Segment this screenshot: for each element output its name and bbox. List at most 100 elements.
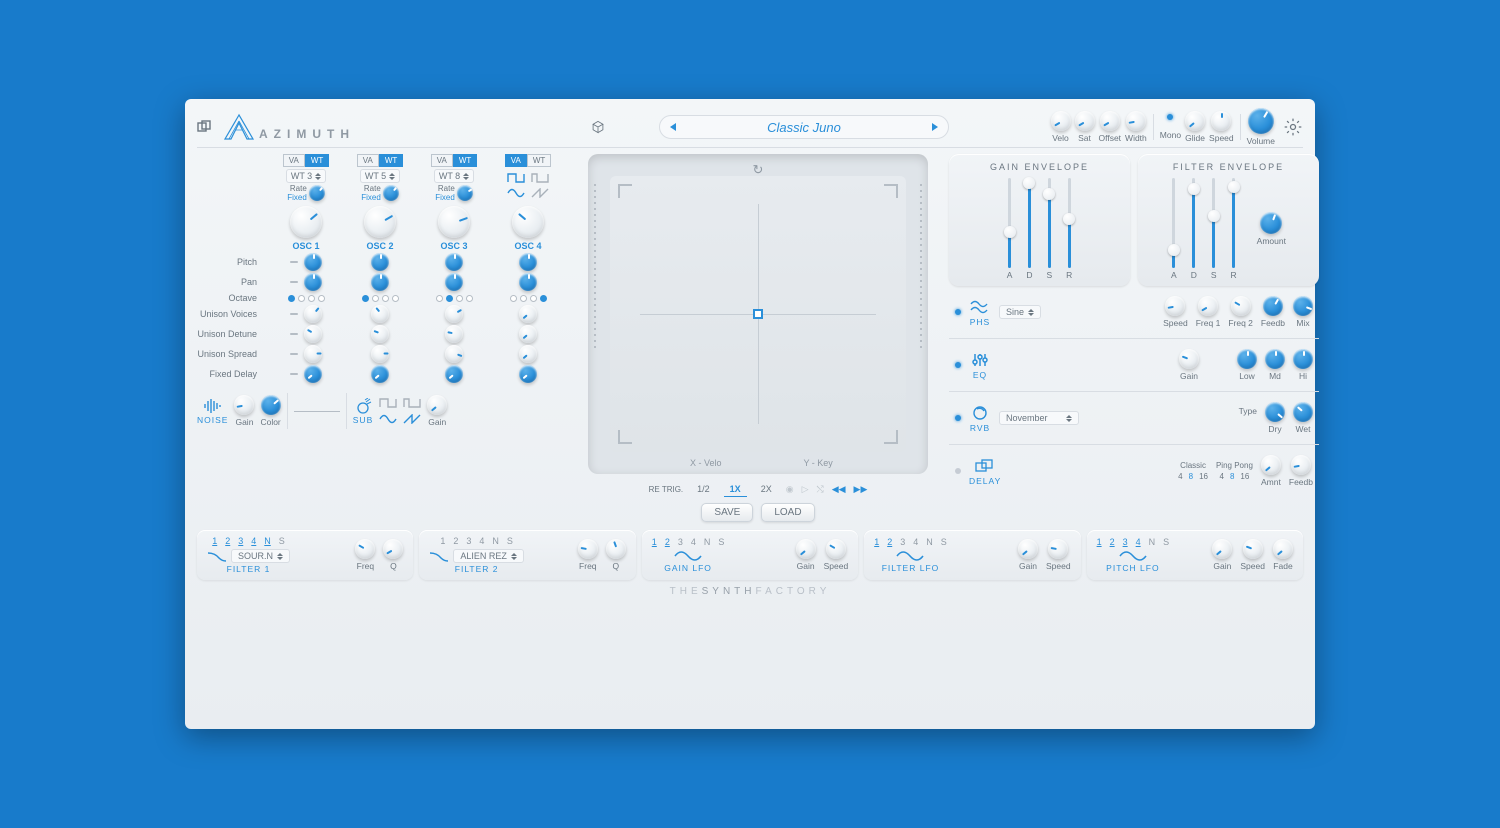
gain-env-r[interactable]: R [1066,178,1072,280]
osc2-level-knob[interactable] [364,206,396,238]
eq-hi-knob[interactable]: Hi [1293,349,1313,381]
osc3-rate-knob[interactable] [457,185,473,201]
glide-knob[interactable]: Glide [1185,111,1205,143]
sub-wave-row2[interactable] [379,414,421,424]
retrig-2x[interactable]: 2X [755,482,778,497]
delay-feedb-knob[interactable]: Feedb [1289,455,1313,487]
osc4-udetune-knob[interactable] [519,325,537,343]
delay-classic-div[interactable]: 4816 [1178,472,1208,481]
gain-env-s[interactable]: S [1047,178,1053,280]
osc1-octave[interactable] [288,295,325,302]
play-icon[interactable]: ▷ [802,484,809,495]
osc2-rate-knob[interactable] [383,185,399,201]
filter-lfo-routing[interactable]: 1234NS [874,537,947,547]
osc2-pan-knob[interactable] [371,273,389,291]
eq-md-knob[interactable]: Md [1265,349,1285,381]
osc3-pan-knob[interactable] [445,273,463,291]
rvb-enable[interactable] [955,415,961,421]
save-button[interactable]: SAVE [701,503,753,522]
xy-pad[interactable]: ↻ X - Velo Y - Key [588,154,928,474]
filter-env-d[interactable]: D [1191,178,1197,280]
osc3-uspread-knob[interactable] [445,345,463,363]
sub-gain-knob[interactable]: Gain [427,395,447,427]
load-button[interactable]: LOAD [761,503,814,522]
filter1-routing[interactable]: 1234NS [212,536,285,546]
sat-knob[interactable]: Sat [1075,111,1095,143]
forward-icon[interactable]: ▶▶ [854,484,868,495]
rvb-dry-knob[interactable]: Dry [1265,402,1285,434]
delay-enable[interactable] [955,468,961,474]
osc3-pitch-knob[interactable] [445,253,463,271]
delay-amnt-knob[interactable]: Amnt [1261,455,1281,487]
osc2-pitch-knob[interactable] [371,253,389,271]
filter2-freq-knob[interactable]: Freq [578,539,598,571]
osc4-level-knob[interactable] [512,206,544,238]
pitch-lfo-speed-knob[interactable]: Speed [1240,539,1265,571]
gain-env-a[interactable]: A [1007,178,1013,280]
osc4-uvoices-knob[interactable] [519,305,537,323]
osc3-octave[interactable] [436,295,473,302]
filter2-type-select[interactable]: ALIEN REZ [453,549,524,563]
osc3-fdelay-knob[interactable] [445,365,463,383]
phs-freq2-knob[interactable]: Freq 2 [1228,296,1253,328]
phs-mix-knob[interactable]: Mix [1293,296,1313,328]
osc2-wt-select[interactable]: WT 5 [360,169,400,183]
osc3-wt-select[interactable]: WT 8 [434,169,474,183]
preset-prev-icon[interactable] [670,123,676,131]
osc2-uspread-knob[interactable] [371,345,389,363]
osc4-fdelay-knob[interactable] [519,365,537,383]
width-knob[interactable]: Width [1125,111,1147,143]
osc2-mode[interactable]: VAWT [357,154,404,167]
osc3-uvoices-knob[interactable] [445,305,463,323]
velo-knob[interactable]: Velo [1051,111,1071,143]
osc1-wt-select[interactable]: WT 3 [286,169,326,183]
osc3-mode[interactable]: VAWT [431,154,478,167]
pitch-lfo-gain-knob[interactable]: Gain [1212,539,1232,571]
settings-icon[interactable] [1283,117,1303,137]
gain-lfo-speed-knob[interactable]: Speed [824,539,849,571]
delay-pingpong-div[interactable]: 4816 [1220,472,1250,481]
osc1-uvoices-knob[interactable] [304,305,322,323]
phs-speed-knob[interactable]: Speed [1163,296,1188,328]
osc3-udetune-knob[interactable] [445,325,463,343]
gain-lfo-gain-knob[interactable]: Gain [796,539,816,571]
noise-color-knob[interactable]: Color [260,395,280,427]
pitch-lfo-fade-knob[interactable]: Fade [1273,539,1293,571]
osc2-octave[interactable] [362,295,399,302]
sub-wave-row1[interactable] [379,398,421,408]
loop-icon[interactable]: ⤭ [816,484,823,495]
filter2-routing[interactable]: 1234NS [440,536,513,546]
retrig-half[interactable]: 1/2 [691,482,716,497]
osc1-udetune-knob[interactable] [304,325,322,343]
volume-knob[interactable]: Volume [1247,108,1275,146]
eq-gain-knob[interactable]: Gain [1179,349,1199,381]
osc4-pan-knob[interactable] [519,273,537,291]
noise-gain-knob[interactable]: Gain [234,395,254,427]
osc1-level-knob[interactable] [290,206,322,238]
osc3-level-knob[interactable] [438,206,470,238]
phs-shape-select[interactable]: Sine [999,305,1041,319]
osc1-fdelay-knob[interactable] [304,365,322,383]
filter-env-r[interactable]: R [1231,178,1237,280]
rewind-icon[interactable]: ◀◀ [832,484,846,495]
offset-knob[interactable]: Offset [1099,111,1122,143]
rvb-preset-select[interactable]: November [999,411,1079,425]
pitch-lfo-routing[interactable]: 1234NS [1097,537,1170,547]
filter-lfo-gain-knob[interactable]: Gain [1018,539,1038,571]
speed-knob[interactable]: Speed [1209,111,1234,143]
filter-env-a[interactable]: A [1171,178,1177,280]
filter-env-s[interactable]: S [1211,178,1217,280]
osc2-udetune-knob[interactable] [371,325,389,343]
osc1-rate-knob[interactable] [309,185,325,201]
filter1-type-select[interactable]: SOUR.N [231,549,290,563]
phs-freq1-knob[interactable]: Freq 1 [1196,296,1221,328]
preset-selector[interactable]: Classic Juno [659,115,949,139]
cube-icon[interactable] [591,120,605,134]
retrig-1x[interactable]: 1X [724,482,747,497]
eq-low-knob[interactable]: Low [1237,349,1257,381]
filter1-freq-knob[interactable]: Freq [355,539,375,571]
phs-feedb-knob[interactable]: Feedb [1261,296,1285,328]
eq-enable[interactable] [955,362,961,368]
popout-icon[interactable] [197,120,211,134]
osc1-mode[interactable]: VAWT [283,154,330,167]
